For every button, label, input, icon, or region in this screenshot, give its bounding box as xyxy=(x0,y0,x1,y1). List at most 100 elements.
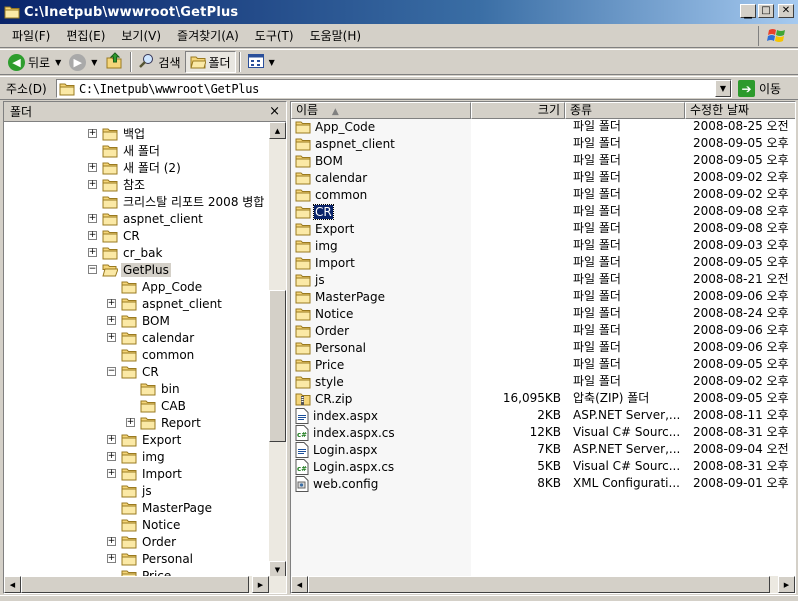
search-button[interactable]: 검색 xyxy=(135,51,184,73)
menu-favorites[interactable]: 즐겨찾기(A) xyxy=(169,26,247,46)
tree-item[interactable]: 새 폴더 xyxy=(102,142,162,159)
tree-item[interactable]: Personal xyxy=(121,550,195,567)
tree-item[interactable]: 크리스탈 리포트 2008 병합 xyxy=(102,193,266,210)
menu-help[interactable]: 도움말(H) xyxy=(302,26,370,46)
tree-item[interactable]: calendar xyxy=(121,329,196,346)
back-button[interactable]: ◀ 뒤로 ▼ xyxy=(4,51,65,73)
file-row[interactable]: calendar 파일 폴더 2008-09-02 오후 xyxy=(291,169,795,186)
address-dropdown-button[interactable]: ▼ xyxy=(715,80,731,97)
menu-edit[interactable]: 편집(E) xyxy=(58,26,113,46)
forward-button[interactable]: ▶ ▼ xyxy=(65,51,101,73)
file-row[interactable]: js 파일 폴더 2008-08-21 오전 xyxy=(291,271,795,288)
maximize-button[interactable]: □ xyxy=(758,4,774,18)
scroll-left-button[interactable]: ◀ xyxy=(291,576,308,593)
scroll-thumb[interactable] xyxy=(21,576,249,593)
expand-icon[interactable]: + xyxy=(107,452,116,461)
expand-icon[interactable]: + xyxy=(88,180,97,189)
file-row[interactable]: c# Login.aspx.cs 5KB Visual C# Sourc... 2008… xyxy=(291,458,795,475)
file-row[interactable]: common 파일 폴더 2008-09-02 오후 xyxy=(291,186,795,203)
expand-icon[interactable]: + xyxy=(107,316,116,325)
file-row[interactable]: MasterPage 파일 폴더 2008-09-06 오후 xyxy=(291,288,795,305)
tree-item[interactable]: App_Code xyxy=(121,278,204,295)
tree-item[interactable]: CR xyxy=(102,227,142,244)
file-row[interactable]: BOM 파일 폴더 2008-09-05 오후 xyxy=(291,152,795,169)
column-header-size[interactable]: 크기 xyxy=(471,102,565,119)
tree-item[interactable]: 참조 xyxy=(102,176,147,193)
tree-horizontal-scrollbar[interactable]: ◀ ▶ xyxy=(4,576,286,593)
menu-view[interactable]: 보기(V) xyxy=(113,26,169,46)
expand-icon[interactable]: + xyxy=(107,299,116,308)
file-row[interactable]: Order 파일 폴더 2008-09-06 오후 xyxy=(291,322,795,339)
tree-item[interactable]: MasterPage xyxy=(121,499,214,516)
tree-item[interactable]: CAB xyxy=(140,397,188,414)
expand-icon[interactable]: + xyxy=(88,129,97,138)
tree-item[interactable]: aspnet_client xyxy=(121,295,224,312)
expand-icon[interactable]: + xyxy=(88,163,97,172)
tree-item[interactable]: js xyxy=(121,482,154,499)
file-row[interactable]: style 파일 폴더 2008-09-02 오후 xyxy=(291,373,795,390)
file-row[interactable]: Price 파일 폴더 2008-09-05 오후 xyxy=(291,356,795,373)
up-folder-button[interactable] xyxy=(101,51,127,73)
tree-item[interactable]: GetPlus xyxy=(102,261,171,278)
expand-icon[interactable]: + xyxy=(107,435,116,444)
tree-item[interactable]: aspnet_client xyxy=(102,210,205,227)
expand-icon[interactable]: + xyxy=(88,248,97,257)
collapse-icon[interactable]: − xyxy=(107,367,116,376)
file-row[interactable]: Login.aspx 7KB ASP.NET Server,... 2008-09-0… xyxy=(291,441,795,458)
scroll-right-button[interactable]: ▶ xyxy=(252,576,269,593)
list-horizontal-scrollbar[interactable]: ◀ ▶ xyxy=(291,576,795,593)
scroll-thumb[interactable] xyxy=(308,576,770,593)
menu-file[interactable]: 파일(F) xyxy=(4,26,58,46)
expand-icon[interactable]: + xyxy=(107,333,116,342)
tree-item[interactable]: 백업 xyxy=(102,125,147,142)
address-input[interactable]: C:\Inetpub\wwwroot\GetPlus ▼ xyxy=(56,79,732,98)
file-row[interactable]: aspnet_client 파일 폴더 2008-09-05 오후 xyxy=(291,135,795,152)
minimize-button[interactable]: ▁ xyxy=(740,4,756,19)
menu-tools[interactable]: 도구(T) xyxy=(247,26,302,46)
tree-item[interactable]: cr_bak xyxy=(102,244,164,261)
tree-item[interactable]: img xyxy=(121,448,167,465)
file-row[interactable]: CR.zip 16,095KB 압축(ZIP) 폴더 2008-09-05 오후 xyxy=(291,390,795,407)
back-dropdown-icon[interactable]: ▼ xyxy=(55,58,61,67)
column-header-type[interactable]: 종류 xyxy=(565,102,685,119)
expand-icon[interactable]: + xyxy=(107,469,116,478)
file-row[interactable]: CR 파일 폴더 2008-09-08 오후 xyxy=(291,203,795,220)
file-row[interactable]: App_Code 파일 폴더 2008-08-25 오전 xyxy=(291,118,795,135)
tree-item[interactable]: bin xyxy=(140,380,182,397)
collapse-icon[interactable]: − xyxy=(88,265,97,274)
file-row[interactable]: c# index.aspx.cs 12KB Visual C# Sourc... 200… xyxy=(291,424,795,441)
tree-item[interactable]: Report xyxy=(140,414,203,431)
expand-icon[interactable]: + xyxy=(107,554,116,563)
file-row[interactable]: index.aspx 2KB ASP.NET Server,... 2008-08-1… xyxy=(291,407,795,424)
folders-button[interactable]: 폴더 xyxy=(184,51,236,73)
file-row[interactable]: web.config 8KB XML Configurati... 2008-09-0… xyxy=(291,475,795,492)
tree-item[interactable]: Import xyxy=(121,465,184,482)
expand-icon[interactable]: + xyxy=(107,537,116,546)
file-row[interactable]: Export 파일 폴더 2008-09-08 오후 xyxy=(291,220,795,237)
tree-item[interactable]: common xyxy=(121,346,196,363)
expand-icon[interactable]: + xyxy=(88,231,97,240)
file-row[interactable]: Personal 파일 폴더 2008-09-06 오후 xyxy=(291,339,795,356)
tree-item[interactable]: 새 폴더 (2) xyxy=(102,159,183,176)
scroll-right-button[interactable]: ▶ xyxy=(778,576,795,593)
column-header-date[interactable]: 수정한 날짜 xyxy=(685,102,795,119)
tree-vertical-scrollbar[interactable]: ▲ ▼ xyxy=(269,122,286,578)
tree-item[interactable]: CR xyxy=(121,363,161,380)
expand-icon[interactable]: + xyxy=(126,418,135,427)
scroll-thumb[interactable] xyxy=(269,290,286,442)
expand-icon[interactable]: + xyxy=(88,214,97,223)
file-row[interactable]: Import 파일 폴더 2008-09-05 오후 xyxy=(291,254,795,271)
scroll-left-button[interactable]: ◀ xyxy=(4,576,21,593)
file-row[interactable]: Notice 파일 폴더 2008-08-24 오후 xyxy=(291,305,795,322)
tree-item[interactable]: Export xyxy=(121,431,183,448)
scroll-up-button[interactable]: ▲ xyxy=(269,122,286,139)
file-row[interactable]: img 파일 폴더 2008-09-03 오후 xyxy=(291,237,795,254)
tree-item[interactable]: Notice xyxy=(121,516,182,533)
folder-pane-close-button[interactable]: × xyxy=(269,104,280,119)
column-header-name[interactable]: 이름 ▲ xyxy=(291,102,471,119)
forward-dropdown-icon[interactable]: ▼ xyxy=(91,58,97,67)
tree-item[interactable]: BOM xyxy=(121,312,172,329)
views-button[interactable]: ▼ xyxy=(244,51,279,73)
tree-item[interactable]: Order xyxy=(121,533,178,550)
close-button[interactable]: ✕ xyxy=(778,4,794,18)
